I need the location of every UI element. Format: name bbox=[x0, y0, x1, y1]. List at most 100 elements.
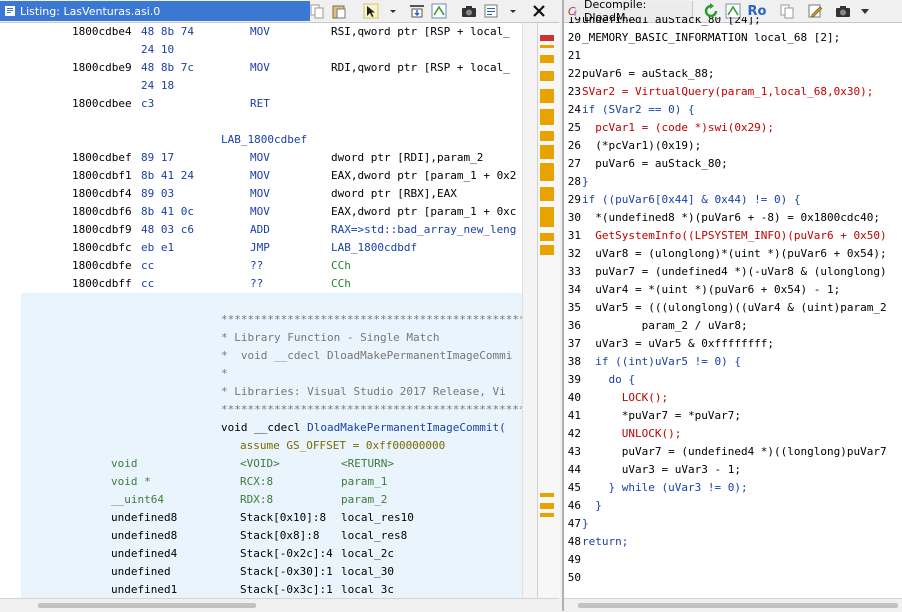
bookmark-marker[interactable] bbox=[540, 131, 554, 141]
listing-row[interactable]: 1800cdbf4 89 03 MOV dword ptr [RBX],EAX bbox=[0, 185, 522, 203]
decompile-line[interactable]: 44 uVar3 = uVar3 - 1; bbox=[564, 461, 902, 479]
variable-location: Stack[0x8]:8 bbox=[240, 529, 320, 542]
code-label[interactable]: LAB_1800cdbef bbox=[221, 131, 307, 149]
bookmark-marker[interactable] bbox=[540, 245, 554, 255]
decompile-line[interactable]: 45 } while (uVar3 != 0); bbox=[564, 479, 902, 497]
decompile-line[interactable]: 50 bbox=[564, 569, 902, 587]
options-dropdown-button[interactable] bbox=[504, 2, 522, 20]
decompile-line[interactable]: 37 uVar3 = uVar5 & 0xffffffff; bbox=[564, 335, 902, 353]
listing-row[interactable]: 1800cdbe4 48 8b 74 MOV RSI,qword ptr [RSP +… bbox=[0, 23, 522, 41]
decompile-line[interactable]: 49 bbox=[564, 551, 902, 569]
variable-row[interactable]: __uint64 RDX:8 param_2 bbox=[0, 491, 522, 509]
decompile-line[interactable]: 35 uVar5 = (((ulonglong)((uVar4 & (uint)… bbox=[564, 299, 902, 317]
bookmark-marker[interactable] bbox=[540, 55, 554, 63]
function-signature[interactable]: void __cdecl DloadMakePermanentImageComm… bbox=[221, 419, 506, 437]
decompile-line[interactable]: 23 SVar2 = VirtualQuery(param_1,local_68,… bbox=[564, 83, 902, 101]
decompile-line[interactable]: 24 if (SVar2 == 0) { bbox=[564, 101, 902, 119]
variable-row[interactable]: void <VOID> <RETURN> bbox=[0, 455, 522, 473]
decompile-line[interactable]: 48 return; bbox=[564, 533, 902, 551]
listing-row[interactable]: 1800cdbff cc?? CCh bbox=[0, 275, 522, 293]
decompile-line[interactable]: 43 puVar7 = (undefined4 *)((longlong)puV… bbox=[564, 443, 902, 461]
listing-row[interactable]: 1800cdbfe cc?? CCh bbox=[0, 257, 522, 275]
decompile-line[interactable]: 27 puVar6 = auStack_80; bbox=[564, 155, 902, 173]
listing-row[interactable]: 1800cdbfc eb e1 JMP LAB_1800cdbdf bbox=[0, 239, 522, 257]
navigate-button[interactable] bbox=[408, 2, 426, 20]
bookmark-marker[interactable] bbox=[540, 493, 554, 497]
listing-tab[interactable]: Listing: LasVenturas.asi.0 bbox=[0, 1, 310, 21]
decompile-code: undefined1 auStack_80 [24]; bbox=[582, 17, 761, 26]
listing-row[interactable]: 1800cdbef 89 17 MOV dword ptr [RDI],param_2 bbox=[0, 149, 522, 167]
variable-row[interactable]: undefined1 Stack[-0x3c]:1 local 3c bbox=[0, 581, 522, 598]
decompile-code: do { bbox=[582, 373, 635, 386]
listing-row[interactable]: 1800cdbf1 8b 41 24 MOV EAX,dword ptr [param… bbox=[0, 167, 522, 185]
bookmark-marker[interactable] bbox=[540, 187, 554, 201]
close-icon bbox=[533, 5, 545, 17]
decompile-line[interactable]: 33 puVar7 = (undefined4 *)(-uVar8 & (ulo… bbox=[564, 263, 902, 281]
decompile-line[interactable]: 39 do { bbox=[564, 371, 902, 389]
decompile-line[interactable]: 47} bbox=[564, 515, 902, 533]
listing-row[interactable]: 1800cdbf9 48 03 c6 ADD RAX=>std::bad_array_… bbox=[0, 221, 522, 239]
variable-row[interactable]: undefined4 Stack[-0x2c]:4 local_2c bbox=[0, 545, 522, 563]
variable-row[interactable]: undefined Stack[-0x30]:1 local_30 bbox=[0, 563, 522, 581]
bookmark-marker[interactable] bbox=[540, 89, 554, 103]
decompile-line[interactable]: 29 if ((puVar6[0x44] & 0x44) != 0) { bbox=[564, 191, 902, 209]
line-number: 19 bbox=[567, 17, 581, 26]
decompile-line[interactable]: 38 if ((int)uVar5 != 0) { bbox=[564, 353, 902, 371]
bookmark-marker[interactable] bbox=[540, 163, 554, 181]
decompile-line[interactable]: 22 puVar6 = auStack_88; bbox=[564, 65, 902, 83]
listing-hscroll-thumb[interactable] bbox=[38, 603, 256, 608]
bookmark-marker[interactable] bbox=[540, 513, 554, 517]
listing-mnemonic: MOV bbox=[250, 25, 270, 38]
signature-function-name[interactable]: DloadMakePermanentImageCommit( bbox=[307, 421, 506, 434]
copy-button[interactable] bbox=[308, 2, 326, 20]
decompile-line[interactable]: 40 LOCK(); bbox=[564, 389, 902, 407]
listing-operand: LAB_1800cdbdf bbox=[331, 241, 418, 254]
bookmark-marker[interactable] bbox=[540, 233, 554, 241]
diff-view-button[interactable] bbox=[430, 2, 448, 20]
variable-name: local 3c bbox=[341, 583, 394, 596]
listing-vertical-scrollbar[interactable] bbox=[522, 23, 538, 598]
bookmark-marker[interactable] bbox=[540, 71, 554, 81]
decompile-line[interactable]: 20 _MEMORY_BASIC_INFORMATION local_68 [2]… bbox=[564, 29, 902, 47]
decompile-hscroll-thumb[interactable] bbox=[578, 603, 898, 608]
variable-row[interactable]: undefined8 Stack[0x8]:8 local_res8 bbox=[0, 527, 522, 545]
decompile-line[interactable]: 28} bbox=[564, 173, 902, 191]
listing-row[interactable]: 1800cdbee c3 RET bbox=[0, 95, 522, 113]
variable-row[interactable]: undefined8 Stack[0x10]:8 local_res10 bbox=[0, 509, 522, 527]
decompile-line[interactable]: 36 param_2 / uVar8; bbox=[564, 317, 902, 335]
snapshot-button[interactable] bbox=[460, 2, 478, 20]
bookmark-marker[interactable] bbox=[540, 207, 554, 227]
decompile-line[interactable]: 30 *(undefined8 *)(puVar6 + -8) = 0x1800… bbox=[564, 209, 902, 227]
decompile-line[interactable]: 41 *puVar7 = *puVar7; bbox=[564, 407, 902, 425]
paste-button[interactable] bbox=[330, 2, 348, 20]
bookmark-marker[interactable] bbox=[540, 109, 554, 125]
cursor-button[interactable] bbox=[362, 2, 380, 20]
decompile-line[interactable]: 19 undefined1 auStack_80 [24]; bbox=[564, 17, 902, 29]
variable-row[interactable]: void * RCX:8 param_1 bbox=[0, 473, 522, 491]
listing-row[interactable]: 1800cdbf6 8b 41 0c MOV EAX,dword ptr [param… bbox=[0, 203, 522, 221]
decompile-line[interactable]: 42 UNLOCK(); bbox=[564, 425, 902, 443]
decompile-line[interactable]: 46 } bbox=[564, 497, 902, 515]
listing-horizontal-scrollbar[interactable] bbox=[0, 598, 559, 612]
decompile-line[interactable]: 21 bbox=[564, 47, 902, 65]
line-number: 45 bbox=[567, 481, 581, 494]
bookmark-marker[interactable] bbox=[540, 145, 554, 159]
listing-marker-margin[interactable] bbox=[537, 23, 560, 598]
listing-row[interactable]: 1800cdbe9 48 8b 7c MOV RDI,qword ptr [RSP +… bbox=[0, 59, 522, 77]
close-listing-button[interactable] bbox=[530, 2, 548, 20]
dropdown-button[interactable] bbox=[384, 2, 402, 20]
decompile-line[interactable]: 34 uVar4 = *(uint *)(puVar6 + 0x54) - 1; bbox=[564, 281, 902, 299]
listing-row[interactable]: 24 10 bbox=[0, 41, 522, 59]
decompile-line[interactable]: 31 GetSystemInfo((LPSYSTEM_INFO)(puVar6 … bbox=[564, 227, 902, 245]
decompile-line[interactable]: 32 uVar8 = (ulonglong)*(uint *)(puVar6 +… bbox=[564, 245, 902, 263]
listing-operand: RAX=>std::bad_array_new_leng bbox=[331, 223, 517, 236]
decompile-horizontal-scrollbar[interactable] bbox=[564, 598, 902, 612]
bookmark-marker[interactable] bbox=[540, 503, 554, 509]
decompile-line[interactable]: 26 (*pcVar1)(0x19); bbox=[564, 137, 902, 155]
variable-name: local_res8 bbox=[341, 529, 408, 542]
cursor-marker[interactable] bbox=[540, 35, 554, 41]
listing-row[interactable]: 24 18 bbox=[0, 77, 522, 95]
decompile-line[interactable]: 25 pcVar1 = (code *)swi(0x29); bbox=[564, 119, 902, 137]
options-button[interactable] bbox=[482, 2, 500, 20]
bookmark-marker[interactable] bbox=[540, 45, 554, 48]
